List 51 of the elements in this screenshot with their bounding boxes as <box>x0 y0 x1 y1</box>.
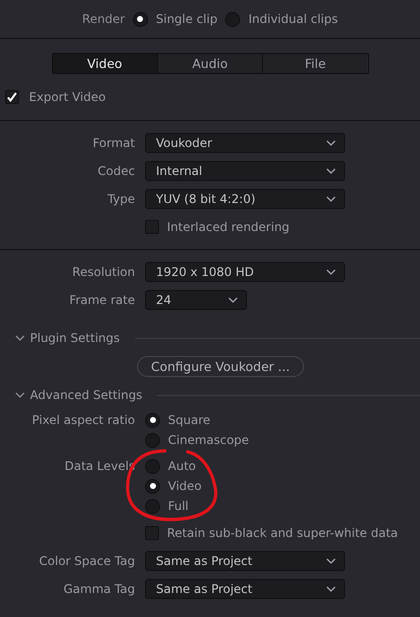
chevron-down-icon <box>326 268 336 276</box>
field-label: Color Space Tag <box>38 554 135 568</box>
dropdown[interactable]: 24 <box>145 290 247 310</box>
checkbox-label: Interlaced rendering <box>167 220 290 234</box>
checkbox-label: Export Video <box>29 90 106 104</box>
field-label: Pixel aspect ratio <box>31 412 135 429</box>
chevron-down-icon[interactable] <box>15 392 25 398</box>
radio-label: Full <box>168 499 189 513</box>
checkbox[interactable] <box>145 220 159 234</box>
radio-label: Cinemascope <box>168 433 249 447</box>
field-label: Resolution <box>71 265 135 279</box>
chevron-down-icon <box>326 558 336 564</box>
radio-button[interactable] <box>145 412 160 428</box>
section-title[interactable]: Plugin Settings <box>30 331 120 345</box>
dropdown[interactable]: Voukoder <box>145 133 345 153</box>
radio-button[interactable] <box>225 12 240 26</box>
render-label: Render <box>82 12 125 26</box>
chevron-down-icon <box>326 196 336 202</box>
chevron-down-icon <box>326 168 336 174</box>
field-label: Gamma Tag <box>62 582 135 596</box>
radio-button[interactable] <box>145 458 160 474</box>
field-label: Type <box>106 192 135 206</box>
chevron-down-icon <box>228 296 238 304</box>
field-label: Frame rate <box>68 293 135 307</box>
chevron-down-icon <box>326 140 336 146</box>
section-title[interactable]: Advanced Settings <box>30 388 142 402</box>
radio-label: Single clip <box>156 12 218 26</box>
tab[interactable]: Audio <box>158 54 264 73</box>
radio-label: Square <box>168 413 210 427</box>
radio-label: Individual clips <box>248 12 338 26</box>
field-label: Codec <box>96 164 135 178</box>
radio-label: Auto <box>168 459 196 473</box>
radio-button[interactable] <box>145 498 160 514</box>
checkbox[interactable] <box>145 526 159 540</box>
tab[interactable]: Video <box>52 54 158 73</box>
radio-label: Video <box>168 479 202 493</box>
dropdown[interactable]: Same as Project <box>145 551 345 571</box>
tab[interactable]: File <box>263 54 368 73</box>
radio-button[interactable] <box>145 432 160 448</box>
checkbox-label: Retain sub-black and super-white data <box>167 526 398 540</box>
checkbox[interactable] <box>5 90 19 104</box>
dropdown[interactable]: Same as Project <box>145 579 345 599</box>
field-label: Format <box>92 136 135 150</box>
radio-button[interactable] <box>145 478 160 494</box>
chevron-down-icon[interactable] <box>15 334 25 342</box>
chevron-down-icon <box>326 586 336 592</box>
dropdown[interactable]: YUV (8 bit 4:2:0) <box>145 189 345 209</box>
configure-button[interactable]: Configure Voukoder ... <box>137 356 304 377</box>
radio-button[interactable] <box>132 12 148 26</box>
dropdown[interactable]: Internal <box>145 161 345 181</box>
dropdown[interactable]: 1920 x 1080 HD <box>145 262 345 282</box>
